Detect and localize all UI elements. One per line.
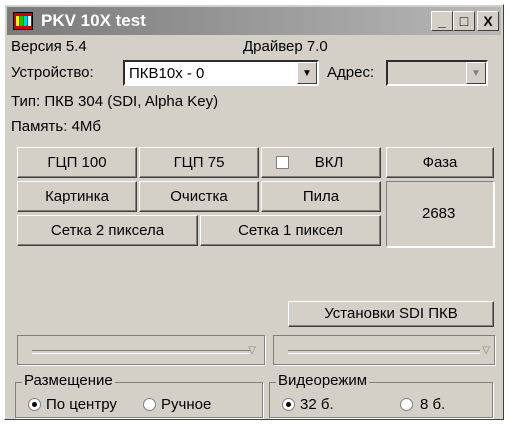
device-label: Устройство: <box>11 64 94 81</box>
minimize-button[interactable]: _ <box>431 11 453 31</box>
chevron-down-icon[interactable]: ▼ <box>297 62 317 84</box>
videomode-32-label[interactable]: 32 б. <box>300 396 334 413</box>
device-select[interactable]: ПКВ10х - 0 ▼ <box>123 60 319 86</box>
window-title: PKV 10X test <box>41 11 146 30</box>
kartinka-button-label: Картинка <box>45 188 109 205</box>
faza-button-label: Фаза <box>422 154 458 171</box>
placement-manual-radio[interactable] <box>143 398 156 411</box>
vkl-label: ВКЛ <box>314 154 344 171</box>
sdi-settings-button-label: Установки SDI ПКВ <box>324 305 458 322</box>
setka1-button-label: Сетка 1 пиксел <box>238 222 343 239</box>
placement-title: Размещение <box>22 372 115 389</box>
counter-panel: 2683 <box>386 181 494 247</box>
slider-left-track[interactable] <box>32 350 250 354</box>
driver-label: Драйвер 7.0 <box>243 38 328 55</box>
faza-button[interactable]: Фаза <box>386 147 494 178</box>
gcp100-button[interactable]: ГЦП 100 <box>17 147 137 178</box>
ochistka-button[interactable]: Очистка <box>139 181 259 212</box>
app-icon <box>13 12 33 30</box>
slider-left[interactable]: ▽ <box>17 335 265 365</box>
address-label: Адрес: <box>327 64 375 81</box>
setka2-button[interactable]: Сетка 2 пиксела <box>17 215 198 246</box>
setka2-button-label: Сетка 2 пиксела <box>50 222 165 239</box>
setka1-button[interactable]: Сетка 1 пиксел <box>200 215 381 246</box>
placement-manual-label[interactable]: Ручное <box>161 396 211 413</box>
placement-center-radio[interactable] <box>28 398 41 411</box>
main-window: PKV 10X test _ □ X Версия 5.4 Драйвер 7.… <box>4 4 504 420</box>
memory-label: Память: 4Мб <box>11 118 102 135</box>
kartinka-button[interactable]: Картинка <box>17 181 137 212</box>
videomode-group: Видеорежим 32 б. 8 б. <box>269 372 493 418</box>
title-bar[interactable]: PKV 10X test _ □ X <box>7 7 501 35</box>
placement-center-label[interactable]: По центру <box>46 396 117 413</box>
slider-right-track[interactable] <box>288 350 480 354</box>
videomode-title: Видеорежим <box>276 372 370 389</box>
pila-button[interactable]: Пила <box>261 181 381 212</box>
gcp100-button-label: ГЦП 100 <box>47 154 107 171</box>
gcp75-button[interactable]: ГЦП 75 <box>139 147 259 178</box>
sdi-settings-button[interactable]: Установки SDI ПКВ <box>288 301 494 327</box>
slider-right-thumb-icon[interactable]: ▽ <box>482 345 490 356</box>
address-select[interactable]: ▼ <box>386 60 488 86</box>
type-label: Тип: ПКВ 304 (SDI, Alpha Key) <box>11 93 219 110</box>
videomode-8-radio[interactable] <box>400 398 413 411</box>
pila-button-label: Пила <box>302 188 340 205</box>
vkl-checkbox[interactable] <box>276 156 289 169</box>
maximize-button[interactable]: □ <box>453 11 475 31</box>
counter-value: 2683 <box>422 205 456 222</box>
gcp75-button-label: ГЦП 75 <box>173 154 225 171</box>
videomode-8-label[interactable]: 8 б. <box>420 396 445 413</box>
close-button[interactable]: X <box>477 11 499 31</box>
ochistka-button-label: Очистка <box>170 188 228 205</box>
placement-group: Размещение По центру Ручное <box>15 372 263 418</box>
vkl-toggle[interactable]: ВКЛ <box>261 147 381 178</box>
device-select-value: ПКВ10х - 0 <box>129 65 205 82</box>
slider-left-thumb-icon[interactable]: ▽ <box>248 345 256 356</box>
slider-right[interactable]: ▽ <box>273 335 495 365</box>
chevron-down-icon[interactable]: ▼ <box>466 62 486 84</box>
version-label: Версия 5.4 <box>11 38 87 55</box>
videomode-32-radio[interactable] <box>282 398 295 411</box>
